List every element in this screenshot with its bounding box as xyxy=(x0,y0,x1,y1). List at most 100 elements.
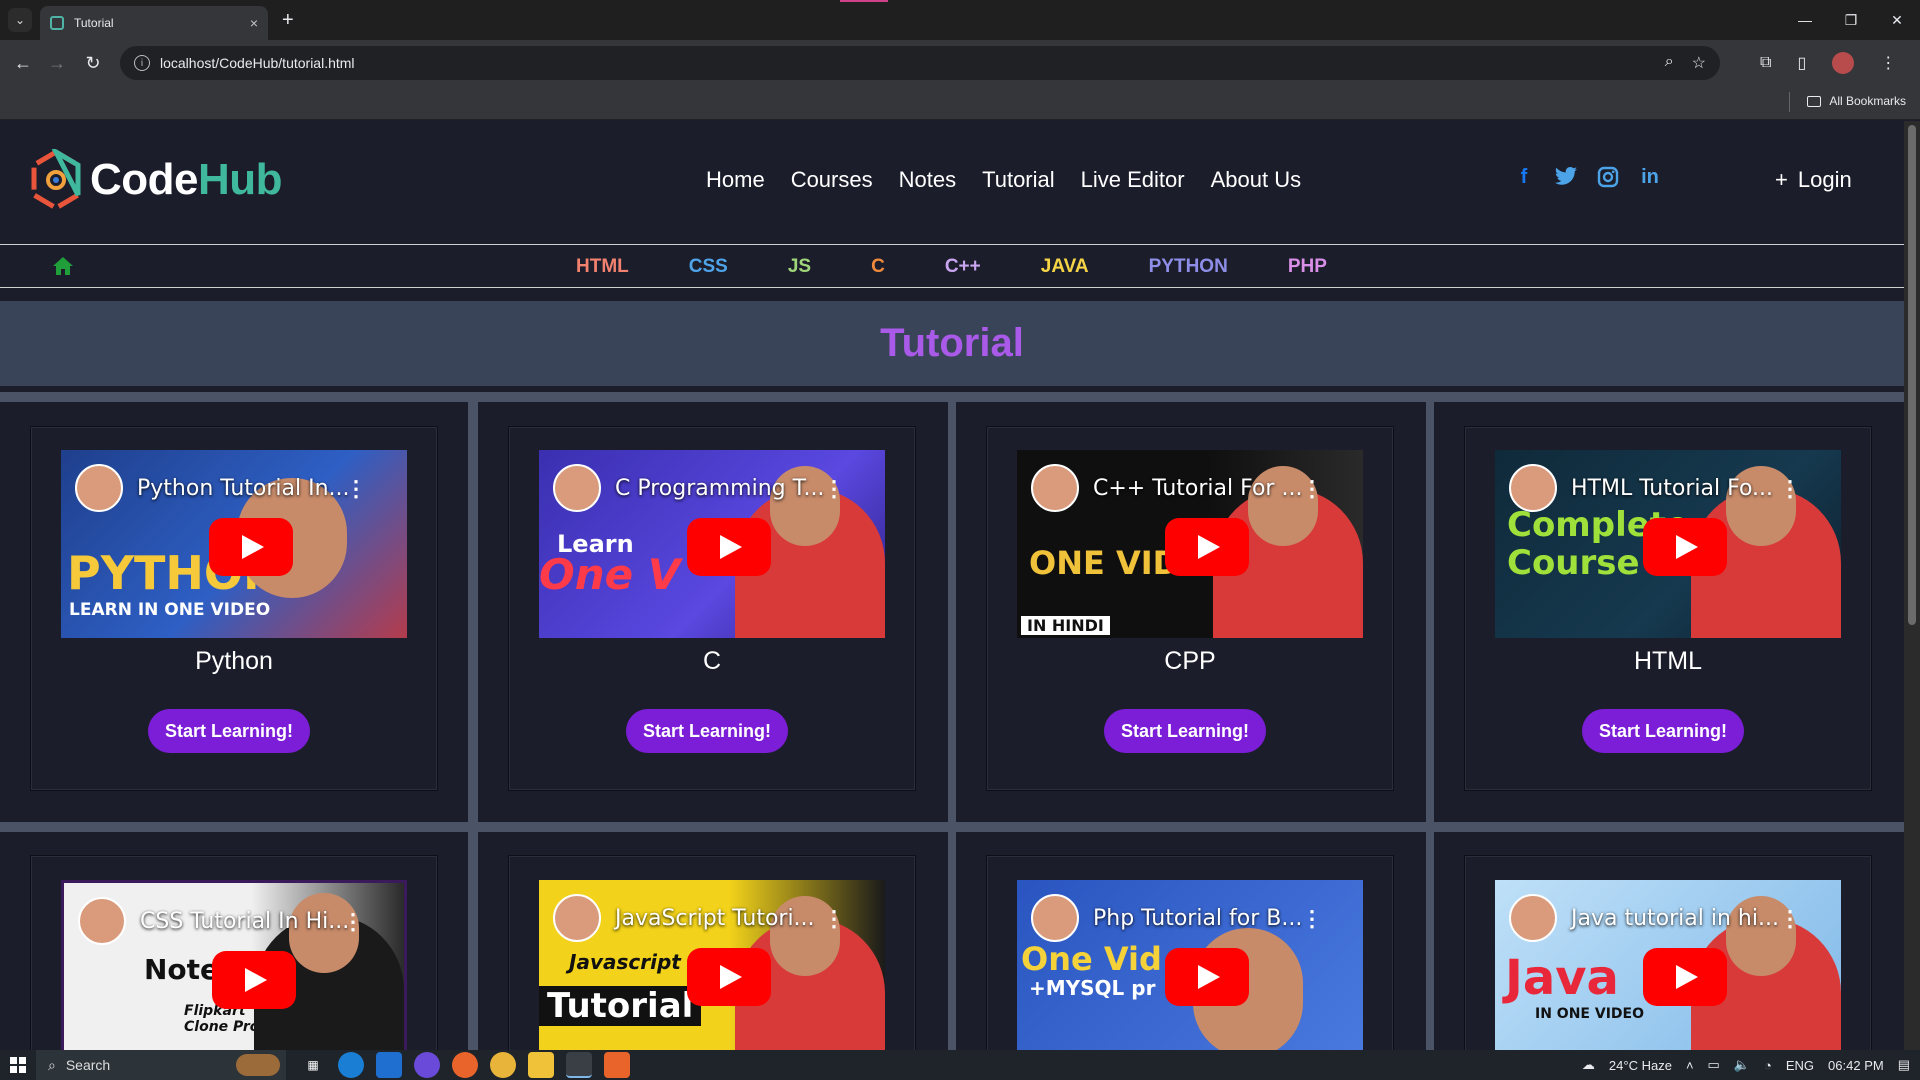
profile-avatar[interactable] xyxy=(1832,52,1855,74)
home-icon[interactable] xyxy=(52,256,74,276)
play-button-icon[interactable] xyxy=(209,518,293,576)
video-title[interactable]: C++ Tutorial For ... xyxy=(1093,476,1302,501)
video-thumbnail[interactable]: Complete Course HTML Tutorial Fo... ⋮ xyxy=(1495,450,1841,638)
video-title[interactable]: CSS Tutorial In Hi... xyxy=(140,909,349,934)
channel-avatar[interactable] xyxy=(1509,464,1557,512)
start-learning-python-button[interactable]: Start Learning! xyxy=(148,709,310,753)
channel-avatar[interactable] xyxy=(1031,894,1079,942)
start-button[interactable] xyxy=(0,1050,36,1080)
facebook-icon[interactable]: f xyxy=(1512,165,1536,189)
nav-home[interactable]: Home xyxy=(706,167,765,193)
chrome-active-icon[interactable] xyxy=(566,1052,592,1078)
video-title[interactable]: Php Tutorial for B... xyxy=(1093,906,1302,931)
twitter-icon[interactable] xyxy=(1554,165,1578,189)
start-learning-html-button[interactable]: Start Learning! xyxy=(1582,709,1744,753)
scrollbar-thumb[interactable] xyxy=(1908,125,1916,625)
video-thumbnail[interactable]: PYTHON LEARN IN ONE VIDEO Python Tutoria… xyxy=(61,450,407,638)
nav-tutorial[interactable]: Tutorial xyxy=(982,167,1055,193)
video-title[interactable]: C Programming T... xyxy=(615,476,824,501)
edge-icon[interactable] xyxy=(338,1052,364,1078)
taskbar-search[interactable]: ⌕ Search xyxy=(36,1050,286,1080)
tray-chevron-icon[interactable]: ˄ xyxy=(1686,1058,1694,1073)
zoom-icon[interactable]: ⌕ xyxy=(1665,53,1674,73)
browser-menu-icon[interactable]: ⋮ xyxy=(1880,53,1896,73)
browser-tab-active[interactable]: Tutorial × xyxy=(40,6,268,40)
video-more-icon[interactable]: ⋮ xyxy=(1779,906,1801,932)
tab-search-button[interactable]: ⌄ xyxy=(8,8,32,32)
chrome-icon[interactable] xyxy=(490,1052,516,1078)
weather-text[interactable]: 24°C Haze xyxy=(1609,1058,1672,1073)
close-window-icon[interactable]: ✕ xyxy=(1874,0,1920,40)
start-learning-c-button[interactable]: Start Learning! xyxy=(626,709,788,753)
video-title[interactable]: Python Tutorial In... xyxy=(137,476,350,501)
video-thumbnail[interactable]: Javascript Tutorial JavaScript Tutori...… xyxy=(539,880,885,1050)
battery-icon[interactable]: ▭ xyxy=(1708,1057,1720,1073)
forward-arrow-icon[interactable]: → xyxy=(44,50,70,76)
nav-live-editor[interactable]: Live Editor xyxy=(1081,167,1185,193)
clock[interactable]: 06:42 PM xyxy=(1828,1058,1884,1073)
play-button-icon[interactable] xyxy=(1643,518,1727,576)
xampp-icon[interactable] xyxy=(604,1052,630,1078)
channel-avatar[interactable] xyxy=(1509,894,1557,942)
lang-link-css[interactable]: CSS xyxy=(689,256,728,278)
start-learning-cpp-button[interactable]: Start Learning! xyxy=(1104,709,1266,753)
site-logo[interactable]: CodeHub xyxy=(30,149,283,211)
play-button-icon[interactable] xyxy=(212,951,296,1009)
lang-link-php[interactable]: PHP xyxy=(1288,256,1327,278)
lang-link-cpp[interactable]: C++ xyxy=(945,256,981,278)
video-title[interactable]: JavaScript Tutori... xyxy=(615,906,815,931)
video-thumbnail[interactable]: Java IN ONE VIDEO Java tutorial in hi...… xyxy=(1495,880,1841,1050)
site-info-icon[interactable]: i xyxy=(134,55,150,71)
instagram-icon[interactable] xyxy=(1596,165,1620,189)
channel-avatar[interactable] xyxy=(78,897,126,945)
video-more-icon[interactable]: ⋮ xyxy=(823,476,845,502)
nav-courses[interactable]: Courses xyxy=(791,167,873,193)
channel-avatar[interactable] xyxy=(553,464,601,512)
tab-close-icon[interactable]: × xyxy=(250,15,258,31)
video-more-icon[interactable]: ⋮ xyxy=(1301,476,1323,502)
play-button-icon[interactable] xyxy=(687,518,771,576)
video-thumbnail[interactable]: ONE VID IN HINDI C++ Tutorial For ... ⋮ xyxy=(1017,450,1363,638)
bookmark-star-icon[interactable]: ☆ xyxy=(1692,53,1706,73)
firefox-icon[interactable] xyxy=(452,1052,478,1078)
side-panel-icon[interactable]: ▯ xyxy=(1797,53,1806,73)
video-title[interactable]: HTML Tutorial Fo... xyxy=(1571,476,1773,501)
lang-link-java[interactable]: JAVA xyxy=(1041,256,1089,278)
video-more-icon[interactable]: ⋮ xyxy=(342,909,364,935)
channel-avatar[interactable] xyxy=(75,464,123,512)
video-more-icon[interactable]: ⋮ xyxy=(1779,476,1801,502)
all-bookmarks-button[interactable]: All Bookmarks xyxy=(1807,94,1906,108)
lang-link-python[interactable]: PYTHON xyxy=(1149,256,1228,278)
channel-avatar[interactable] xyxy=(1031,464,1079,512)
page-scrollbar[interactable] xyxy=(1904,121,1920,1050)
video-more-icon[interactable]: ⋮ xyxy=(1301,906,1323,932)
video-more-icon[interactable]: ⋮ xyxy=(345,476,367,502)
video-title[interactable]: Java tutorial in hi... xyxy=(1571,906,1779,931)
input-language[interactable]: ENG xyxy=(1786,1058,1814,1073)
file-explorer-icon[interactable] xyxy=(528,1052,554,1078)
network-icon[interactable]: ◔ xyxy=(1764,1058,1772,1073)
login-button[interactable]: + Login xyxy=(1775,167,1852,193)
play-button-icon[interactable] xyxy=(1165,948,1249,1006)
back-arrow-icon[interactable]: ← xyxy=(10,50,36,76)
extensions-icon[interactable]: ⧉ xyxy=(1760,54,1771,72)
minimize-icon[interactable]: — xyxy=(1782,0,1828,40)
channel-avatar[interactable] xyxy=(553,894,601,942)
restore-icon[interactable]: ❐ xyxy=(1828,0,1874,40)
play-button-icon[interactable] xyxy=(1643,948,1727,1006)
lang-link-html[interactable]: HTML xyxy=(576,256,629,278)
linkedin-icon[interactable]: in xyxy=(1638,165,1662,189)
address-url[interactable]: localhost/CodeHub/tutorial.html xyxy=(160,55,355,71)
weather-icon[interactable]: ☁ xyxy=(1582,1057,1595,1073)
mail-icon[interactable] xyxy=(376,1052,402,1078)
volume-icon[interactable]: 🔈 xyxy=(1734,1057,1750,1073)
video-thumbnail[interactable]: Notes Flipkart Clone Project CSS Tutoria… xyxy=(61,880,407,1050)
address-bar[interactable]: i localhost/CodeHub/tutorial.html ⌕ ☆ xyxy=(120,46,1720,80)
video-thumbnail[interactable]: Learn One V C Programming T... ⋮ xyxy=(539,450,885,638)
play-button-icon[interactable] xyxy=(1165,518,1249,576)
nav-notes[interactable]: Notes xyxy=(899,167,956,193)
reload-icon[interactable]: ↻ xyxy=(80,50,106,76)
video-more-icon[interactable]: ⋮ xyxy=(823,906,845,932)
notifications-icon[interactable]: ▤ xyxy=(1898,1057,1910,1073)
video-thumbnail[interactable]: One Vid +MYSQL pr Php Tutorial for B... … xyxy=(1017,880,1363,1050)
